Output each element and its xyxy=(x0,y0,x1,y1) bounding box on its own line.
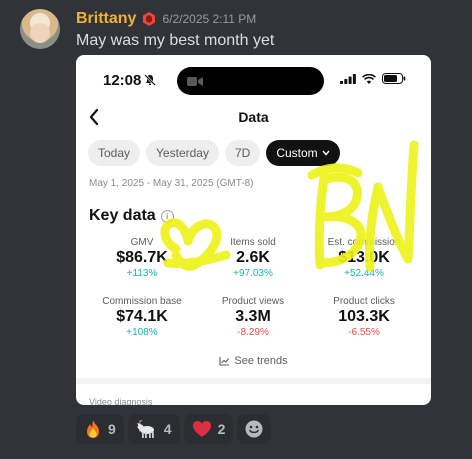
metric-label: Commission base xyxy=(102,296,182,307)
metric-value: 103.3K xyxy=(338,308,390,325)
metric-change: +97.03% xyxy=(233,268,273,279)
metric-gmv[interactable]: GMV $86.7K +113% xyxy=(83,237,201,279)
user-avatar[interactable] xyxy=(20,9,60,49)
page-title: Data xyxy=(238,109,269,125)
metric-label: Product views xyxy=(221,296,285,307)
wifi-icon xyxy=(362,73,376,84)
metric-change: +113% xyxy=(126,268,158,279)
video-diagnosis-heading: Video diagnosis xyxy=(89,397,153,405)
message-text: May was my best month yet xyxy=(76,32,275,49)
metric-est-commission[interactable]: Est. commission $13.0K +52.44% xyxy=(305,237,423,279)
reaction-count: 4 xyxy=(163,421,172,437)
heart-icon xyxy=(192,421,211,437)
signal-icon xyxy=(340,73,356,84)
metric-change: +108% xyxy=(126,327,158,338)
video-camera-icon xyxy=(187,77,203,86)
reaction-goat[interactable]: 4 xyxy=(127,414,180,444)
bell-muted-icon xyxy=(144,74,156,86)
goat-icon xyxy=(136,419,154,438)
reaction-fire[interactable]: 9 xyxy=(76,414,124,444)
phone-status-bar: 12:08 xyxy=(76,55,431,105)
fire-icon xyxy=(87,420,99,438)
section-divider xyxy=(76,378,431,384)
chevron-down-icon xyxy=(322,150,330,156)
metric-label: Est. commission xyxy=(327,237,401,248)
tab-7d[interactable]: 7D xyxy=(224,140,261,166)
metric-value: $86.7K xyxy=(116,249,168,266)
metric-change: -6.55% xyxy=(348,327,380,338)
tab-today[interactable]: Today xyxy=(88,140,141,166)
metric-value: $13.0K xyxy=(338,249,390,266)
trend-chart-icon xyxy=(219,357,230,366)
message-header: Brittany 6/2/2025 2:11 PM xyxy=(76,9,256,29)
smiley-add-icon xyxy=(245,420,263,438)
role-icon xyxy=(143,12,156,26)
metric-product-views[interactable]: Product views 3.3M -8.29% xyxy=(194,296,312,338)
metric-label: Product clicks xyxy=(333,296,395,307)
tab-yesterday[interactable]: Yesterday xyxy=(146,140,219,166)
reaction-count: 2 xyxy=(217,421,226,437)
metric-label: Items sold xyxy=(230,237,276,248)
tab-custom-label: Custom xyxy=(276,146,318,160)
section-title: Key data i xyxy=(89,207,174,225)
metric-change: +52.44% xyxy=(344,268,384,279)
tab-custom[interactable]: Custom xyxy=(266,140,340,166)
metric-value: 3.3M xyxy=(235,308,271,325)
metric-label: GMV xyxy=(130,237,154,248)
add-reaction-button[interactable] xyxy=(237,414,272,444)
battery-icon xyxy=(382,73,406,84)
metric-product-clicks[interactable]: Product clicks 103.3K -6.55% xyxy=(305,296,423,338)
metric-value: $74.1K xyxy=(116,308,168,325)
see-trends-label: See trends xyxy=(234,355,288,367)
metric-commission-base[interactable]: Commission base $74.1K +108% xyxy=(83,296,201,338)
dynamic-island xyxy=(177,67,324,95)
see-trends-link[interactable]: See trends xyxy=(76,355,431,367)
attached-screenshot[interactable]: 12:08 Data Today Yesterday 7D Custom May… xyxy=(76,55,431,405)
date-tabs: Today Yesterday 7D Custom xyxy=(88,140,340,166)
nav-bar: Data xyxy=(76,105,431,131)
info-icon[interactable]: i xyxy=(160,209,174,223)
reactions-bar: 9 4 2 xyxy=(76,414,272,444)
date-range: May 1, 2025 - May 31, 2025 (GMT-8) xyxy=(89,178,254,189)
status-time: 12:08 xyxy=(103,72,142,89)
username[interactable]: Brittany xyxy=(76,10,136,28)
reaction-count: 9 xyxy=(108,421,116,437)
metric-change: -8.29% xyxy=(237,327,269,338)
metric-items-sold[interactable]: Items sold 2.6K +97.03% xyxy=(194,237,312,279)
key-data-title: Key data xyxy=(89,207,156,224)
metric-value: 2.6K xyxy=(236,249,270,266)
message-timestamp: 6/2/2025 2:11 PM xyxy=(162,12,257,26)
reaction-heart[interactable]: 2 xyxy=(183,414,234,444)
status-icons xyxy=(340,73,406,84)
